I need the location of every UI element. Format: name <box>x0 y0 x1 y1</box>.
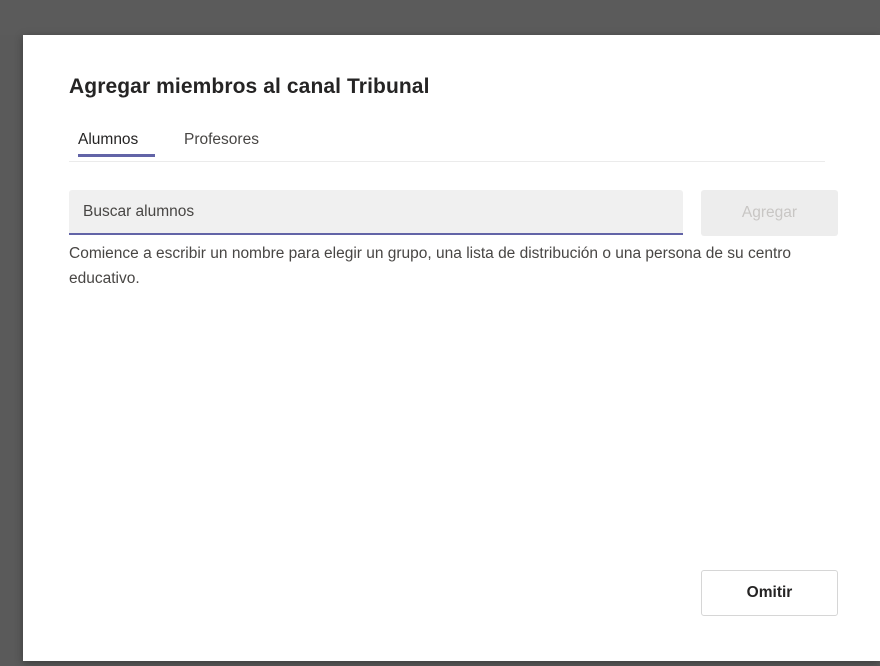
tab-alumnos[interactable]: Alumnos <box>78 131 138 149</box>
tab-profesores[interactable]: Profesores <box>184 131 259 149</box>
skip-button[interactable]: Omitir <box>701 570 838 616</box>
search-input[interactable] <box>69 190 683 233</box>
search-hint-text: Comience a escribir un nombre para elegi… <box>69 245 792 287</box>
add-members-dialog: Agregar miembros al canal Tribunal Alumn… <box>23 35 880 661</box>
selected-tab-indicator <box>78 154 155 157</box>
add-button[interactable]: Agregar <box>701 190 838 236</box>
dialog-title: Agregar miembros al canal Tribunal <box>69 75 430 98</box>
tab-bar: Alumnos Profesores <box>69 131 825 162</box>
search-field[interactable] <box>69 190 683 235</box>
backdrop <box>0 0 880 35</box>
